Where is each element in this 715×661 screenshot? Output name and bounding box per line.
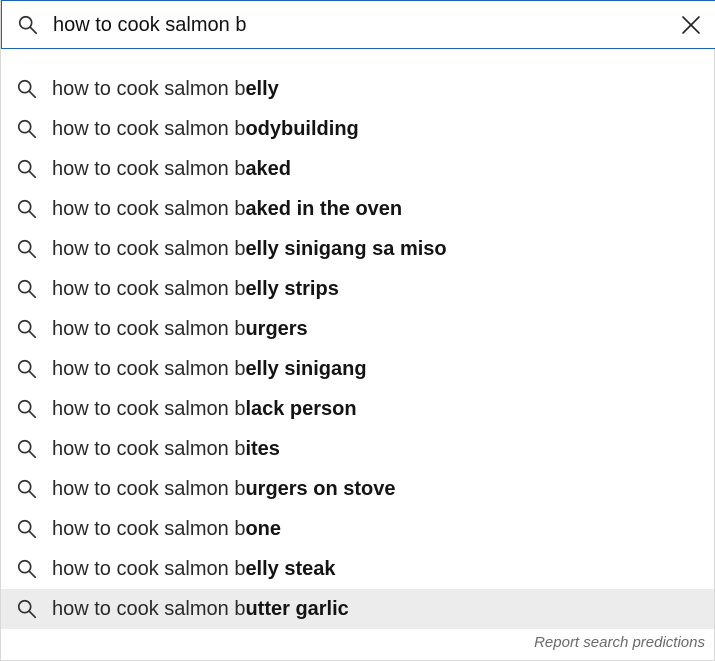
suggestion-typed-prefix: how to cook salmon b (52, 598, 246, 620)
search-icon (17, 119, 37, 139)
suggestion-text: how to cook salmon butter garlic (52, 597, 349, 621)
suggestion-typed-prefix: how to cook salmon b (52, 238, 246, 260)
suggestion-item[interactable]: how to cook salmon belly sinigang sa mis… (1, 229, 714, 269)
suggestion-item[interactable]: how to cook salmon black person (1, 389, 714, 429)
search-icon (17, 239, 37, 259)
search-icon (17, 159, 37, 179)
suggestion-item[interactable]: how to cook salmon baked (1, 149, 714, 189)
suggestion-text: how to cook salmon bodybuilding (52, 117, 359, 141)
suggestion-item[interactable]: how to cook salmon butter garlic (1, 589, 714, 629)
suggestion-text: how to cook salmon belly strips (52, 277, 339, 301)
search-icon (17, 559, 37, 579)
search-icon (17, 199, 37, 219)
suggestion-item[interactable]: how to cook salmon baked in the oven (1, 189, 714, 229)
suggestion-text: how to cook salmon belly (52, 77, 279, 101)
suggestion-completion: odybuilding (245, 118, 359, 140)
suggestion-typed-prefix: how to cook salmon b (52, 118, 246, 140)
suggestion-typed-prefix: how to cook salmon b (52, 398, 246, 420)
suggestion-item[interactable]: how to cook salmon bone (1, 509, 714, 549)
suggestion-completion: elly strips (245, 278, 339, 300)
suggestion-completion: utter garlic (245, 598, 349, 620)
suggestion-text: how to cook salmon bites (52, 437, 280, 461)
search-autocomplete-panel: how to cook salmon b how to cook salmon … (0, 0, 715, 661)
suggestion-completion: elly sinigang sa miso (245, 238, 447, 260)
suggestion-text: how to cook salmon belly sinigang (52, 357, 367, 381)
search-icon (17, 359, 37, 379)
suggestion-item[interactable]: how to cook salmon belly sinigang (1, 349, 714, 389)
suggestion-typed-prefix: how to cook salmon b (52, 518, 246, 540)
suggestion-typed-prefix: how to cook salmon b (52, 78, 246, 100)
suggestion-completion: urgers on stove (245, 478, 396, 500)
suggestion-text: how to cook salmon burgers (52, 317, 308, 341)
suggestion-typed-prefix: how to cook salmon b (52, 358, 246, 380)
suggestion-item[interactable]: how to cook salmon burgers on stove (1, 469, 714, 509)
suggestion-typed-prefix: how to cook salmon b (52, 558, 246, 580)
suggestion-text: how to cook salmon baked (52, 157, 291, 181)
suggestion-text: how to cook salmon black person (52, 397, 357, 421)
report-search-predictions-link[interactable]: Report search predictions (534, 633, 705, 653)
search-icon (17, 79, 37, 99)
suggestion-typed-prefix: how to cook salmon b (52, 198, 246, 220)
suggestion-typed-prefix: how to cook salmon b (52, 158, 246, 180)
suggestion-completion: elly (245, 78, 279, 100)
suggestion-item[interactable]: how to cook salmon belly (1, 69, 714, 109)
suggestion-typed-prefix: how to cook salmon b (52, 278, 246, 300)
suggestion-typed-prefix: how to cook salmon b (52, 438, 246, 460)
suggestion-completion: lack person (245, 398, 357, 420)
suggestion-text: how to cook salmon baked in the oven (52, 197, 402, 221)
suggestion-completion: elly steak (245, 558, 336, 580)
suggestion-item[interactable]: how to cook salmon belly steak (1, 549, 714, 589)
search-icon (17, 319, 37, 339)
suggestion-text: how to cook salmon belly steak (52, 557, 336, 581)
suggestion-item[interactable]: how to cook salmon belly strips (1, 269, 714, 309)
search-query-text[interactable]: how to cook salmon b (53, 13, 246, 37)
suggestion-completion: aked (245, 158, 292, 180)
suggestion-completion: elly sinigang (245, 358, 367, 380)
suggestion-item[interactable]: how to cook salmon bodybuilding (1, 109, 714, 149)
suggestion-typed-prefix: how to cook salmon b (52, 318, 246, 340)
search-icon (17, 519, 37, 539)
suggestion-completion: one (245, 518, 281, 540)
search-input[interactable]: how to cook salmon b (1, 0, 715, 49)
suggestion-item[interactable]: how to cook salmon burgers (1, 309, 714, 349)
suggestion-text: how to cook salmon belly sinigang sa mis… (52, 237, 447, 261)
search-icon (17, 279, 37, 299)
suggestion-list: how to cook salmon belly how to cook salm… (1, 69, 714, 629)
suggestion-text: how to cook salmon burgers on stove (52, 477, 395, 501)
search-icon (17, 399, 37, 419)
search-icon (17, 439, 37, 459)
close-icon[interactable] (679, 13, 703, 37)
suggestion-completion: urgers (245, 318, 308, 340)
suggestion-typed-prefix: how to cook salmon b (52, 478, 246, 500)
search-icon (17, 599, 37, 619)
suggestion-completion: aked in the oven (245, 198, 403, 220)
search-icon (18, 15, 38, 35)
suggestion-text: how to cook salmon bone (52, 517, 281, 541)
search-icon (17, 479, 37, 499)
suggestion-item[interactable]: how to cook salmon bites (1, 429, 714, 469)
suggestion-completion: ites (245, 438, 280, 460)
